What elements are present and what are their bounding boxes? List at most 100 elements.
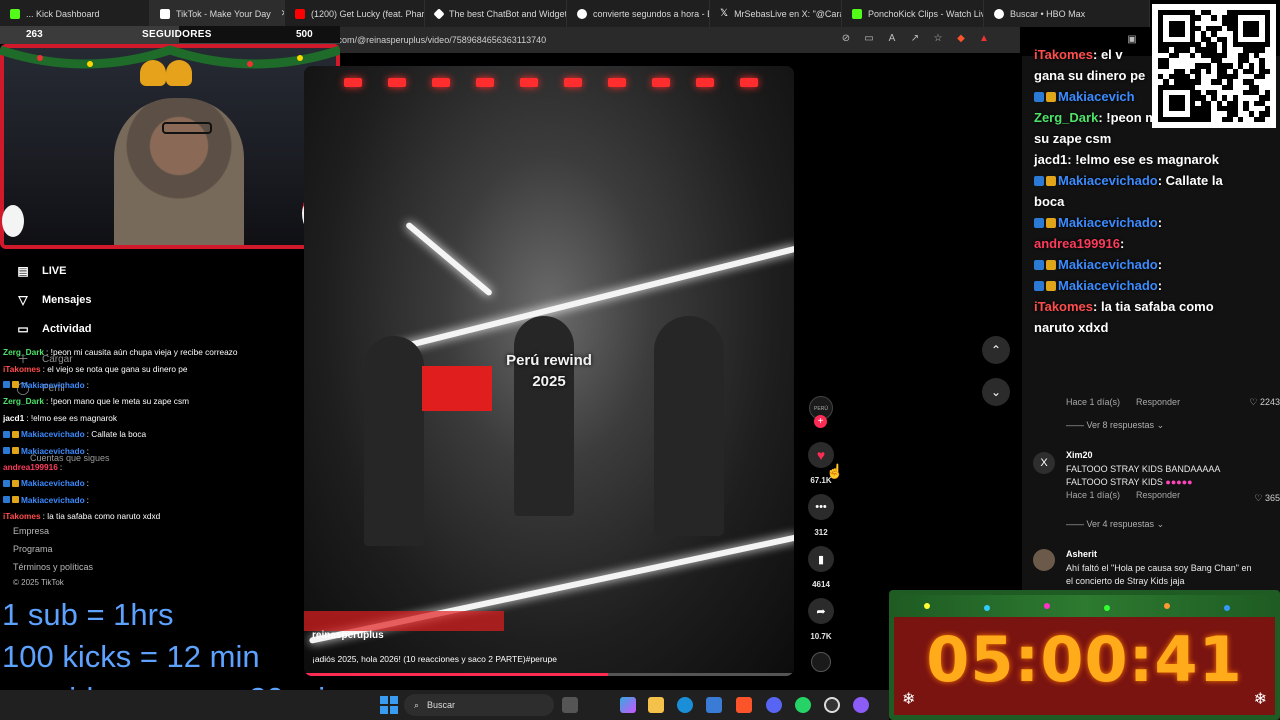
glasses	[162, 122, 212, 134]
tab-youtube[interactable]: (1200) Get Lucky (feat. Pharrell	[285, 0, 425, 27]
x-icon: 𝕏	[720, 8, 729, 19]
comment-item: Xim20 FALTOOO STRAY KIDS BANDAAAAA FALTO…	[1066, 450, 1280, 503]
comment-action[interactable]: ••• 312	[808, 494, 834, 537]
brave-icon[interactable]: ◆	[955, 33, 967, 45]
sound-disc-icon[interactable]	[811, 652, 831, 672]
bookmark-icon[interactable]: ▮	[808, 546, 834, 572]
follower-count: 263	[26, 29, 43, 40]
comment-likes[interactable]: ♡ 2243	[1249, 397, 1280, 408]
chat-text: :	[1120, 236, 1125, 251]
footer-empresa[interactable]: Empresa	[13, 526, 49, 536]
chat-username: Makiacevichado	[1058, 173, 1158, 188]
windows-start-icon[interactable]	[380, 696, 398, 714]
footer-programa[interactable]: Programa	[13, 544, 53, 554]
view-replies-button[interactable]: —— Ver 4 respuestas ⌄	[1066, 519, 1164, 530]
follow-plus-button[interactable]: +	[814, 415, 827, 428]
chat-username: andrea199916	[3, 461, 58, 472]
share-action[interactable]: ➦ 10.7K	[808, 598, 834, 641]
sidebar-item-live[interactable]: ▤ LIVE	[16, 264, 66, 278]
video-progress-fill	[304, 673, 608, 676]
comment-likes[interactable]: ♡ 365	[1254, 493, 1280, 504]
crown-icon	[1046, 218, 1056, 228]
footer-terminos[interactable]: Términos y políticas	[13, 562, 93, 572]
tab-kick-dashboard[interactable]: ... Kick Dashboard	[0, 0, 150, 27]
video-author[interactable]: reinasperuplus	[312, 630, 384, 641]
previous-video-button[interactable]: ⌃	[982, 336, 1010, 364]
chat-message: andrea199916:	[1034, 233, 1274, 254]
tab-google[interactable]: convierte segundos a hora - B	[567, 0, 710, 27]
comment-icon[interactable]: •••	[808, 494, 834, 520]
file-explorer-icon[interactable]	[648, 697, 664, 713]
message-icon: ▽	[18, 293, 28, 307]
save-action[interactable]: ▮ 4614	[808, 546, 834, 589]
eye-off-icon[interactable]: ⊘	[840, 33, 852, 45]
chat-text: : Callate la	[1157, 173, 1223, 188]
chat-text-continued: naruto xdxd	[1034, 320, 1109, 335]
emoji-icon: ●●●●●	[1165, 477, 1193, 487]
qr-code	[1152, 4, 1276, 128]
next-video-button[interactable]: ⌄	[982, 378, 1010, 406]
tab-ponchokick[interactable]: PonchoKick Clips - Watch Live	[842, 0, 984, 27]
comment-avatar[interactable]	[1033, 549, 1055, 571]
extension-icon[interactable]: ▲	[978, 33, 990, 45]
tab-hbo[interactable]: Buscar • HBO Max	[984, 0, 1150, 27]
edge-icon[interactable]	[677, 697, 693, 713]
chat-username: Makiacevichado	[21, 429, 85, 440]
stage-lights	[344, 78, 784, 92]
snowflake-icon: ❄	[902, 691, 916, 708]
chat-username: Makiacevichado	[1058, 278, 1158, 293]
copilot-icon[interactable]	[620, 697, 636, 713]
discord-icon[interactable]	[766, 697, 782, 713]
reply-button[interactable]: Responder	[1136, 490, 1180, 500]
chat-text: : !elmo ese es magnarok	[26, 412, 118, 423]
chat-message: jacd1: !elmo ese es magnarok	[1034, 149, 1274, 170]
video-progress-bar[interactable]	[304, 673, 794, 676]
chat-message: Makiacevichado:	[1034, 254, 1274, 275]
obs-icon[interactable]	[824, 697, 840, 713]
store-icon[interactable]	[706, 697, 722, 713]
star-icon[interactable]: ☆	[932, 33, 944, 45]
red-lights-floor	[304, 611, 504, 631]
comment-author[interactable]: Xim20	[1066, 450, 1276, 460]
video-player[interactable]: Perú rewind 2025 reinasperuplus ¡adiós 20…	[304, 66, 794, 676]
subathon-rule-kicks: 100 kicks = 12 min	[2, 639, 260, 674]
tiktok-icon	[160, 8, 170, 19]
tab-chatbot[interactable]: The best ChatBot and Widget	[425, 0, 567, 27]
tab-tiktok[interactable]: TikTok - Make Your Day✕	[150, 0, 285, 27]
screen-icon[interactable]: ▭	[863, 33, 875, 45]
sidebar-item-mensajes[interactable]: ▽ Mensajes	[16, 293, 91, 307]
crown-icon	[12, 479, 19, 487]
view-replies-button[interactable]: —— Ver 8 respuestas ⌄	[1066, 420, 1164, 431]
comment-avatar[interactable]: X	[1033, 452, 1055, 474]
chat-text: : el v	[1093, 47, 1123, 62]
activity-icon: ▭	[17, 322, 29, 336]
comment-item: Hace 1 día(s) Responder ♡ 2243	[1066, 397, 1280, 407]
comment-author[interactable]: Asherit	[1066, 549, 1276, 559]
chat-message: iTakomes: la tia safaba como naruto xdxd	[3, 508, 303, 524]
crown-icon	[12, 430, 19, 438]
search-icon: ⌕	[414, 699, 420, 710]
app-icon[interactable]	[853, 697, 869, 713]
share-icon[interactable]: ➦	[808, 598, 834, 624]
comment-item: Asherit Ahí faltó el "Hola pe causa soy …	[1066, 549, 1276, 586]
share-icon[interactable]: ↗	[909, 33, 921, 45]
sidebar-item-actividad[interactable]: ▭ Actividad	[16, 322, 91, 336]
follower-goal-bar: 263 SEGUIDORES 500	[0, 26, 340, 44]
brave-icon[interactable]	[736, 697, 752, 713]
url-bar[interactable]: ...com/@reinasperuplus/video/75896846563…	[300, 27, 1020, 53]
timer-value: 05:00:41	[926, 623, 1243, 696]
tab-x[interactable]: 𝕏MrSebasLive en X: "@Caramel	[710, 0, 842, 27]
badge-icon	[1034, 260, 1044, 270]
chat-text: : !peon mi causita aún chupa vieja y rec…	[46, 347, 238, 358]
translate-icon[interactable]: A	[886, 33, 898, 45]
taskbar-search[interactable]: ⌕ Buscar	[404, 694, 554, 716]
whatsapp-icon[interactable]	[795, 697, 811, 713]
badge-icon	[1034, 92, 1044, 102]
chat-message: Makiacevichado: Callate la	[1034, 170, 1274, 191]
string-light	[984, 605, 990, 611]
chat-message: Makiacevichado:	[1034, 275, 1274, 296]
reply-button[interactable]: Responder	[1136, 397, 1180, 407]
task-view-icon[interactable]	[562, 697, 578, 713]
snowman-icon	[2, 205, 24, 237]
chat-username: Makiacevichado	[21, 494, 85, 505]
